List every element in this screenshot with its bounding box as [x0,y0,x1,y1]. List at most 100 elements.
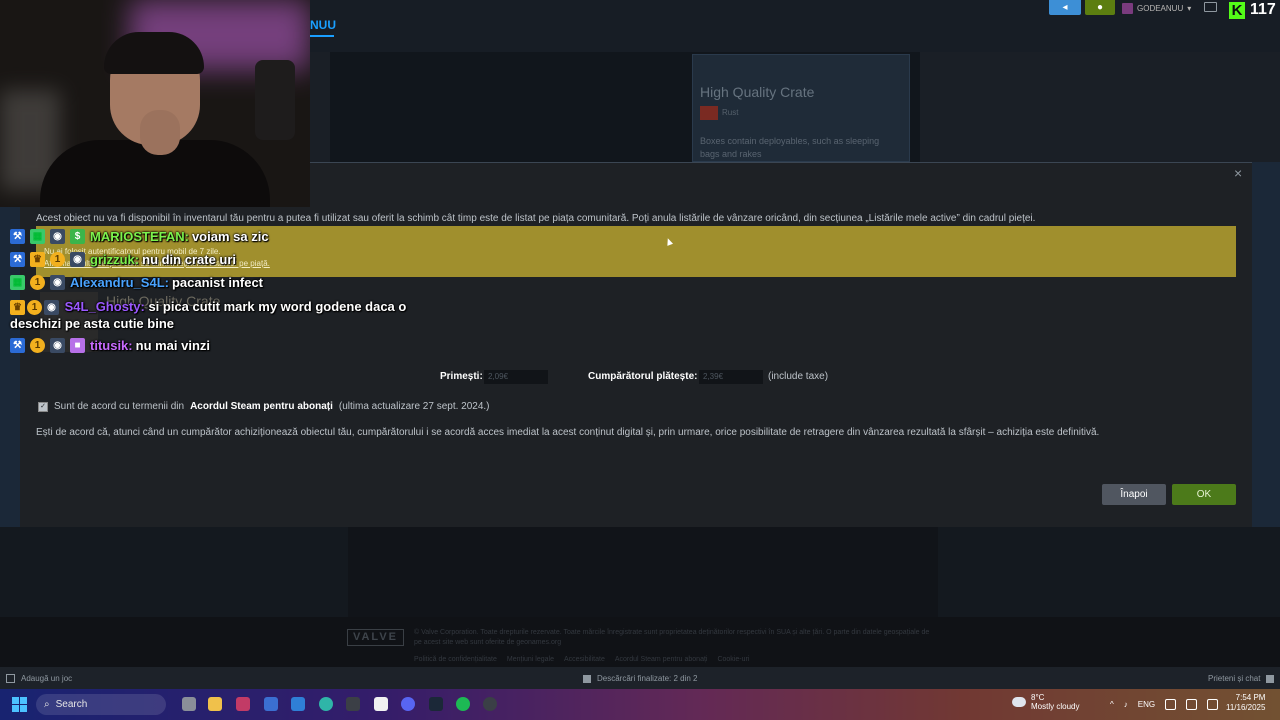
crate-subtitle: Rust [722,108,739,117]
edge-icon[interactable] [319,697,333,711]
spotify-icon[interactable] [456,697,470,711]
big-picture-icon[interactable] [1204,2,1217,12]
megaphone-icon: ◂ [1062,2,1068,13]
clock-time: 7:54 PM [1235,693,1266,702]
steam-icon[interactable] [429,697,443,711]
chat-icon [1266,674,1275,683]
chevron-up-icon[interactable]: ^ [1110,700,1114,709]
windows-start-icon[interactable] [12,697,27,712]
back-button[interactable]: Înapoi [1102,484,1166,505]
buyer-price-input[interactable]: 2,39€ [699,370,763,384]
chat-username[interactable]: MARIOSTEFAN: [90,229,189,244]
camera-badge-icon: ◉ [50,338,65,353]
viewer-count: 117 [1250,1,1276,18]
chat-username[interactable]: titusik: [90,338,133,353]
chat-text: nu din crate uri [142,252,237,267]
steam-menu-profile-tab[interactable]: NUU [310,18,336,37]
download-icon [583,674,591,683]
volume-icon[interactable] [1186,699,1198,710]
crate-description: Boxes contain deployables, such as sleep… [700,136,880,159]
crate-title: High Quality Crate [700,84,815,100]
hammer-badge-icon: ⚒ [10,229,25,244]
discord-icon[interactable] [401,697,415,711]
chat-username[interactable]: grizzuk: [90,252,139,267]
friends-chat-button[interactable]: Prieteni și chat [1208,674,1275,683]
footer-link[interactable]: Mențiuni legale [507,656,554,663]
terms-checkbox[interactable]: ✓ [38,401,48,412]
webcam-person [140,110,180,155]
app-icon[interactable] [236,697,250,711]
footer-link[interactable]: Accesibilitate [564,656,605,663]
outlook-icon[interactable] [291,697,305,711]
chevron-down-icon: ▾ [1187,3,1192,13]
dialog-top-border [310,162,1252,163]
tab-underline [310,35,334,37]
microphone-icon [255,60,295,140]
weather-widget[interactable]: 8°C Mostly cloudy [1012,693,1079,711]
downloads-status[interactable]: Descărcări finalizate: 2 din 2 [583,674,698,683]
store-icon[interactable] [374,697,388,711]
cloud-icon [1012,697,1026,707]
user-menu[interactable]: GODEANUU ▾ [1122,2,1191,14]
ok-button[interactable]: OK [1172,484,1236,505]
avatar [1122,2,1133,14]
friends-label: Prieteni și chat [1208,674,1261,683]
coin-badge-icon: 1 [27,300,42,316]
terms-agreement: ✓ Sunt de acord cu termenii din Acordul … [38,401,490,412]
downloads-label: Descărcări finalizate: 2 din 2 [597,674,698,683]
bell-icon: ● [1096,2,1104,13]
footer-link[interactable]: Politică de confidențialitate [414,656,497,663]
money-badge-icon: $ [70,229,85,244]
taskbar-search[interactable]: ⌕ Search [36,694,166,715]
add-game-button[interactable]: Adaugă un joc [6,674,72,683]
task-view-icon[interactable] [182,697,196,711]
chat-username[interactable]: Alexandru_S4L: [70,275,169,290]
announcements-button[interactable]: ◂ [1049,0,1081,15]
agree-suffix: (ultima actualizare 27 sept. 2024.) [338,401,490,412]
close-icon[interactable]: × [1234,165,1242,181]
chat-message: ▦ 1 ◉ Alexandru_S4L: pacanist infect [10,275,263,290]
teams-icon[interactable] [264,697,278,711]
file-explorer-icon[interactable] [208,697,222,711]
coin-badge-icon: 1 [30,275,45,290]
footer-link[interactable]: Acordul Steam pentru abonați [615,656,708,663]
language-indicator[interactable]: ENG [1138,700,1155,709]
chat-message: ⚒ 1 ◉ ■ titusik: nu mai vinzi [10,338,210,353]
agree-prefix: Sunt de acord cu termenii din [54,401,185,412]
weather-desc: Mostly cloudy [1031,702,1080,711]
gift-badge-icon: ■ [70,338,85,353]
plus-icon [6,674,15,683]
chat-message: ♛ 1 ◉ S4L_Ghosty: si pica cutit mark my wo… [10,298,430,332]
webcam-person [104,32,204,74]
system-tray: ^ ♪ ENG [1110,699,1219,710]
notifications-button[interactable]: ● [1085,0,1115,15]
footer-link[interactable]: Cookie-uri [717,656,749,663]
receive-price-input[interactable]: 2,09€ [484,370,548,384]
network-icon[interactable] [1165,699,1177,710]
taskbar-clock[interactable]: 7:54 PM 11/16/2025 [1226,693,1265,713]
footer-copyright: © Valve Corporation. Toate drepturile re… [414,629,930,646]
kick-logo: K [1229,2,1245,19]
chat-message: ⚒ ▦ ◉ $ MARIOSTEFAN: voiam sa zic [10,229,269,244]
camera-badge-icon: ◉ [44,300,59,316]
hammer-badge-icon: ⚒ [10,252,25,267]
webcam-overlay [0,0,310,207]
chat-text: nu mai vinzi [135,338,211,353]
subscriber-badge-icon: ▦ [10,275,25,290]
obs-icon[interactable] [483,697,497,711]
receive-label: Primești: [440,371,483,382]
mic-icon[interactable]: ♪ [1124,700,1128,709]
search-icon: ⌕ [44,699,50,710]
camera-badge-icon: ◉ [50,275,65,290]
hammer-badge-icon: ⚒ [10,338,25,353]
ssa-link[interactable]: Acordul Steam pentru abonați [190,401,333,412]
clock-date: 11/16/2025 [1226,703,1266,712]
settings-gear-icon[interactable] [346,697,360,711]
legal-text: Ești de acord că, atunci când un cumpără… [36,427,1100,438]
battery-icon[interactable] [1207,699,1219,710]
weather-temp: 8°C [1031,693,1045,702]
content-panel [348,527,938,617]
chat-username[interactable]: S4L_Ghosty: [65,299,145,314]
camera-badge-icon: ◉ [70,252,85,267]
add-game-label: Adaugă un joc [21,674,73,683]
